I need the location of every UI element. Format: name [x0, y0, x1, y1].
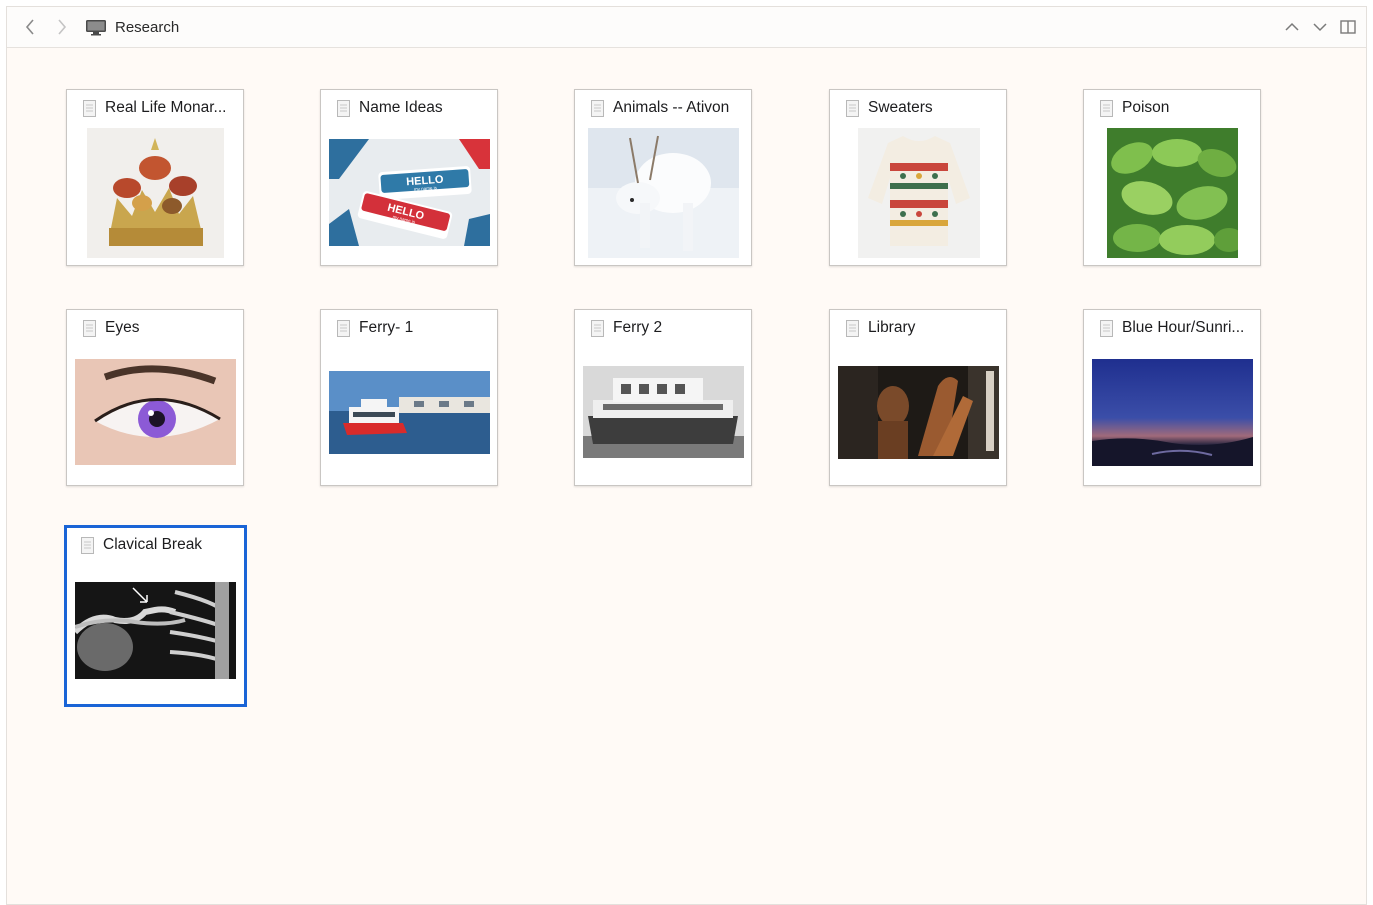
white-reindeer-thumbnail: [588, 128, 739, 258]
card-title: Real Life Monar...: [105, 99, 227, 116]
document-icon: [1100, 319, 1113, 337]
butterfly-crown-thumbnail: [87, 128, 224, 258]
scroll-down-button[interactable]: [1310, 15, 1330, 39]
document-card[interactable]: Poison: [1083, 89, 1261, 266]
red-white-ferry-thumbnail: [329, 371, 490, 454]
back-button[interactable]: [19, 15, 41, 39]
document-card[interactable]: Blue Hour/Sunri...: [1083, 309, 1261, 486]
document-card[interactable]: Real Life Monar...: [66, 89, 244, 266]
document-icon: [846, 99, 859, 117]
document-card[interactable]: Sweaters: [829, 89, 1007, 266]
card-title: Poison: [1122, 99, 1170, 116]
document-icon: [591, 319, 604, 337]
document-card[interactable]: Animals -- Ativon: [574, 89, 752, 266]
card-title: Ferry 2: [613, 319, 663, 336]
bw-ferry-boat-thumbnail: [583, 366, 744, 458]
card-title: Name Ideas: [359, 99, 443, 116]
card-title: Sweaters: [868, 99, 933, 116]
card-title: Library: [868, 319, 916, 336]
document-card-selected[interactable]: Clavical Break: [64, 525, 247, 707]
document-icon: [591, 99, 604, 117]
finder-window: Research Real Life Monar... Name Ideas H…: [6, 6, 1367, 905]
card-title: Ferry- 1: [359, 319, 414, 336]
breadcrumb-label: Research: [115, 18, 180, 36]
toolbar: Research: [7, 7, 1366, 48]
card-title: Clavical Break: [103, 536, 203, 553]
document-icon: [1100, 99, 1113, 117]
document-icon: [846, 319, 859, 337]
document-card[interactable]: Name Ideas HELLO my name is HELLO my nam…: [320, 89, 498, 266]
document-card[interactable]: Ferry 2: [574, 309, 752, 486]
wood-sculpture-thumbnail: [838, 366, 999, 459]
view-controls: [1282, 15, 1358, 39]
chevron-down-icon: [1313, 23, 1327, 32]
tobacco-leaves-thumbnail: [1107, 128, 1238, 258]
chevron-right-icon: [58, 19, 67, 35]
document-grid: Real Life Monar... Name Ideas HELLO my n…: [7, 47, 1366, 904]
sidebar-panel-icon: [1340, 20, 1356, 34]
chevron-left-icon: [25, 19, 34, 35]
document-card[interactable]: Ferry- 1: [320, 309, 498, 486]
document-icon: [83, 319, 96, 337]
document-card[interactable]: Library: [829, 309, 1007, 486]
desktop-computer-icon: [86, 19, 106, 35]
document-icon: [337, 99, 350, 117]
fair-isle-sweater-thumbnail: [858, 128, 980, 258]
document-card[interactable]: Eyes: [66, 309, 244, 486]
card-title: Blue Hour/Sunri...: [1122, 319, 1245, 336]
clavicle-xray-thumbnail: [75, 582, 236, 679]
purple-eye-thumbnail: [75, 359, 236, 465]
document-icon: [83, 99, 96, 117]
chevron-up-icon: [1285, 22, 1299, 31]
card-title: Eyes: [105, 319, 140, 336]
forward-button[interactable]: [51, 15, 73, 39]
document-icon: [337, 319, 350, 337]
blue-hour-landscape-thumbnail: [1092, 359, 1253, 466]
document-icon: [81, 536, 94, 554]
hello-name-tags-thumbnail: HELLO my name is HELLO my name is: [329, 139, 490, 246]
sidebar-toggle-button[interactable]: [1338, 15, 1358, 39]
scroll-up-button[interactable]: [1282, 15, 1302, 39]
breadcrumb[interactable]: Research: [85, 15, 179, 39]
card-title: Animals -- Ativon: [613, 99, 730, 116]
